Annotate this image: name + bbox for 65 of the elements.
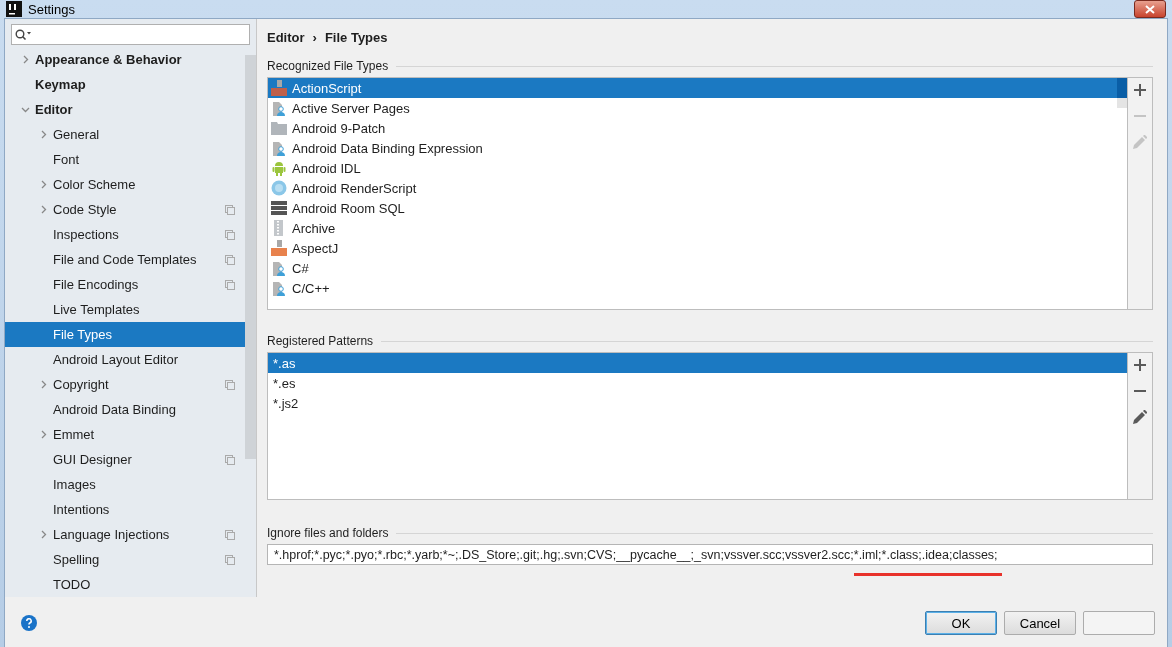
list-item[interactable]: ActionScript <box>268 78 1117 98</box>
copy-icon <box>225 454 235 465</box>
pencil-icon <box>1133 135 1147 149</box>
copy-icon <box>225 204 235 215</box>
sidebar-item[interactable]: Android Layout Editor <box>5 347 245 372</box>
database-icon <box>271 200 287 216</box>
file-person-icon <box>271 260 287 276</box>
app-logo-icon <box>6 1 22 17</box>
copy-icon <box>225 529 235 540</box>
android-icon <box>271 160 287 176</box>
sidebar-item[interactable]: Images <box>5 472 245 497</box>
sidebar-item[interactable]: Editor <box>5 97 245 122</box>
dialog-button[interactable]: Cancel <box>1004 611 1076 635</box>
section-title: Ignore files and folders <box>267 526 389 540</box>
sidebar-item[interactable]: Keymap <box>5 72 245 97</box>
circle-icon <box>271 180 287 196</box>
window-title: Settings <box>28 1 75 17</box>
breadcrumb-item: File Types <box>324 29 388 45</box>
pencil-icon <box>1133 410 1147 424</box>
folder-icon <box>271 120 287 136</box>
sidebar-item[interactable]: Language Injections <box>5 522 245 547</box>
copy-icon <box>225 554 235 565</box>
copy-icon <box>225 254 235 265</box>
breadcrumb-item: Editor <box>267 29 305 45</box>
sidebar-item[interactable]: File and Code Templates <box>5 247 245 272</box>
copy-icon <box>225 279 235 290</box>
copy-icon <box>225 379 235 390</box>
add-button[interactable] <box>1132 82 1148 98</box>
copy-icon <box>225 229 235 240</box>
file-person-icon <box>271 280 287 296</box>
file-type-icon <box>271 80 287 96</box>
breadcrumb-item: › <box>312 29 317 45</box>
section-title: Registered Patterns <box>267 334 374 348</box>
edit-button[interactable] <box>1132 409 1148 425</box>
close-button[interactable] <box>1134 0 1166 18</box>
sidebar-item[interactable]: Inspections <box>5 222 245 247</box>
sidebar-item[interactable]: Font <box>5 147 245 172</box>
sidebar-item[interactable]: Copyright <box>5 372 245 397</box>
list-item[interactable]: *.as <box>268 353 1127 373</box>
sidebar-item[interactable]: File Types <box>5 322 245 347</box>
sidebar-item[interactable]: File Encodings <box>5 272 245 297</box>
close-icon <box>1145 4 1155 14</box>
section-title: Recognized File Types <box>267 59 389 73</box>
sidebar-item[interactable]: TODO <box>5 572 245 597</box>
sidebar-item[interactable]: Color Scheme <box>5 172 245 197</box>
dialog-button[interactable]: OK <box>925 611 997 635</box>
sidebar-item[interactable]: Android Data Binding <box>5 397 245 422</box>
search-icon <box>15 28 31 41</box>
sidebar-item[interactable]: Appearance & Behavior <box>5 47 245 72</box>
sidebar-item[interactable]: Code Style <box>5 197 245 222</box>
add-icon <box>1134 84 1146 96</box>
add-icon <box>1134 359 1146 371</box>
scrollbar-thumb[interactable] <box>245 55 256 459</box>
sidebar-item[interactable]: Live Templates <box>5 297 245 322</box>
file-person-icon <box>271 140 287 156</box>
sidebar-item[interactable]: Spelling <box>5 547 245 572</box>
help-icon[interactable] <box>21 615 37 631</box>
add-button[interactable] <box>1132 357 1148 373</box>
sidebar-item[interactable]: Emmet <box>5 422 245 447</box>
sidebar-item[interactable]: Intentions <box>5 497 245 522</box>
sidebar-item[interactable]: General <box>5 122 245 147</box>
file-person-icon <box>271 100 287 116</box>
search-field[interactable] <box>11 24 250 45</box>
file-type-icon <box>271 240 287 256</box>
sidebar-item[interactable]: GUI Designer <box>5 447 245 472</box>
